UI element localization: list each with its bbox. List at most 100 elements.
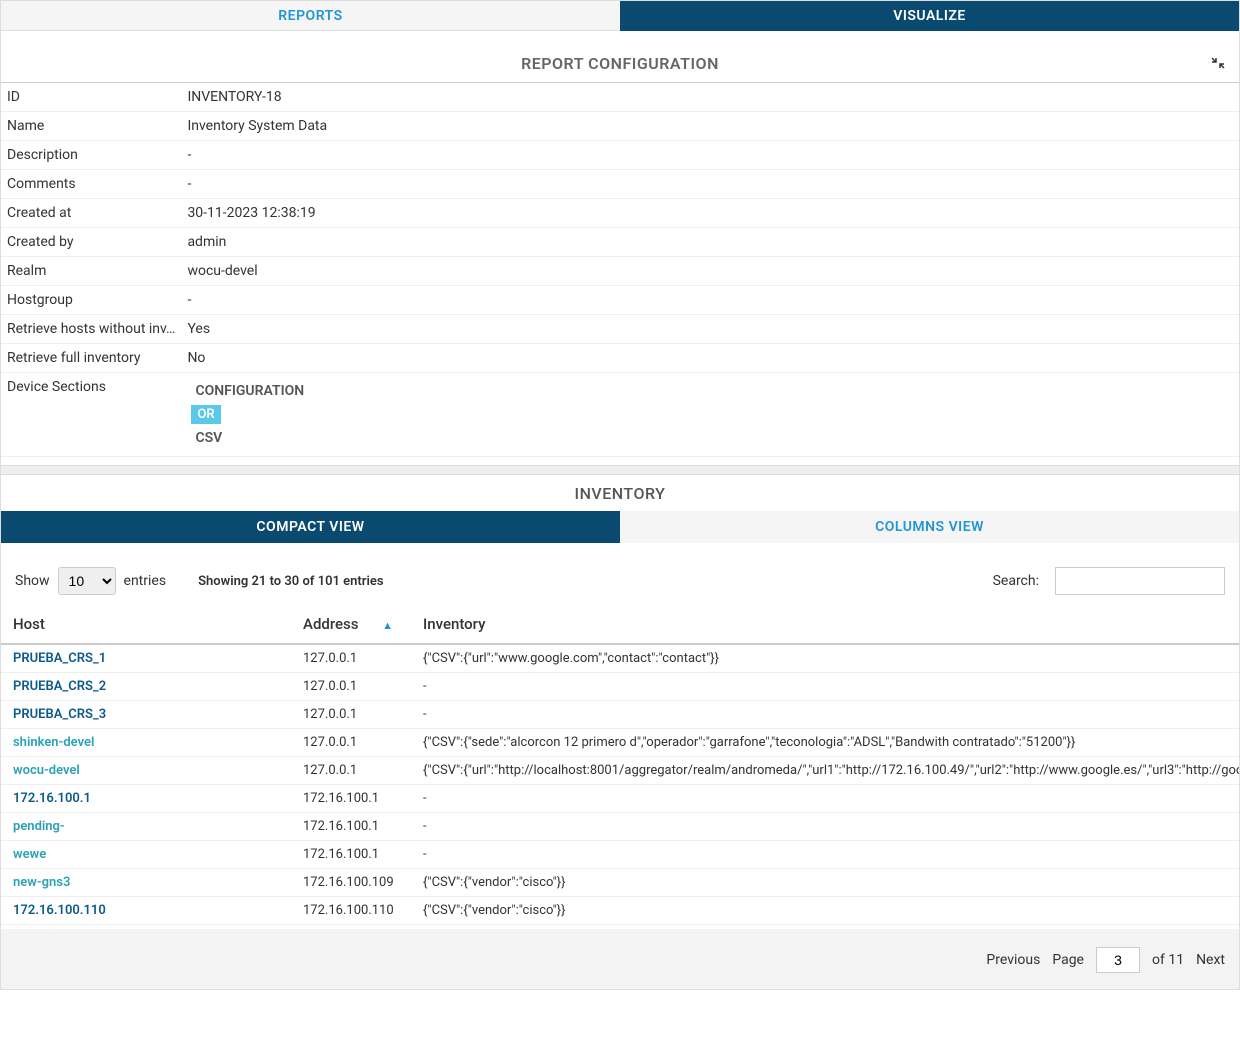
cell-inventory: {"CSV":{"vendor":"cisco"}} [411,869,1239,897]
or-badge: OR [191,405,220,424]
cell-host: PRUEBA_CRS_1 [1,644,291,673]
host-link[interactable]: shinken-devel [13,735,94,750]
host-link[interactable]: PRUEBA_CRS_1 [13,651,106,666]
cell-host: wewe [1,841,291,869]
cell-host: new-gns3 [1,869,291,897]
config-key: Created by [1,228,181,257]
pagination: Previous Page of 11 Next [1,929,1239,989]
top-tabs: REPORTS VISUALIZE [1,1,1239,31]
device-sections-value: CONFIGURATION OR CSV [181,373,1239,457]
config-row: Realmwocu-devel [1,257,1239,286]
table-row: 172.16.100.110172.16.100.110{"CSV":{"ven… [1,897,1239,925]
device-section-csv: CSV [187,426,1233,450]
config-row: Description- [1,141,1239,170]
config-row: NameInventory System Data [1,112,1239,141]
report-config-header: REPORT CONFIGURATION [1,45,1239,83]
pager-next[interactable]: Next [1196,952,1225,968]
col-header-host[interactable]: Host [1,605,291,644]
cell-address: 127.0.0.1 [291,673,411,701]
inventory-header: INVENTORY [1,475,1239,511]
config-key: Hostgroup [1,286,181,315]
config-key: Realm [1,257,181,286]
host-link[interactable]: PRUEBA_CRS_3 [13,707,106,722]
config-key: Name [1,112,181,141]
sort-asc-icon: ▲ [382,619,393,632]
table-row: PRUEBA_CRS_3127.0.0.1- [1,701,1239,729]
config-row: Retrieve hosts without inv…Yes [1,315,1239,344]
config-value: 30-11-2023 12:38:19 [181,199,1239,228]
config-row: Created at30-11-2023 12:38:19 [1,199,1239,228]
view-tabs: COMPACT VIEW COLUMNS VIEW [1,511,1239,543]
config-row: Hostgroup- [1,286,1239,315]
tab-columns-view[interactable]: COLUMNS VIEW [620,511,1239,543]
config-key: Retrieve full inventory [1,344,181,373]
entries-label: entries [124,573,167,589]
host-link[interactable]: pending- [13,819,65,834]
cell-inventory: {"CSV":{"vendor":"cisco"}} [411,897,1239,925]
config-key: Created at [1,199,181,228]
cell-host: pending- [1,813,291,841]
config-value: - [181,170,1239,199]
cell-address: 172.16.100.109 [291,869,411,897]
host-link[interactable]: wocu-devel [13,763,80,778]
page-size-select[interactable]: 102550100 [58,567,116,595]
search-input[interactable] [1055,567,1225,595]
config-value: - [181,286,1239,315]
table-row: pending-172.16.100.1- [1,813,1239,841]
host-link[interactable]: 172.16.100.110 [13,903,106,918]
config-key: ID [1,83,181,112]
collapse-icon[interactable] [1211,55,1225,74]
config-value: wocu-devel [181,257,1239,286]
cell-inventory: {"CSV":{"url":"www.google.com","contact"… [411,644,1239,673]
table-row: PRUEBA_CRS_1 127.0.0.1{"CSV":{"url":"www.… [1,644,1239,673]
cell-address: 127.0.0.1 [291,644,411,673]
cell-inventory: - [411,841,1239,869]
table-row: wewe 172.16.100.1- [1,841,1239,869]
inventory-table: Host Address ▲ Inventory PRUEBA_CRS_1 127… [1,605,1239,925]
host-link[interactable]: PRUEBA_CRS_2 [13,679,106,694]
config-row: Retrieve full inventoryNo [1,344,1239,373]
table-controls: Show 102550100 entries Showing 21 to 30 … [1,543,1239,605]
search-label: Search: [993,573,1039,589]
cell-address: 172.16.100.1 [291,785,411,813]
config-key: Description [1,141,181,170]
cell-host: PRUEBA_CRS_2 [1,673,291,701]
config-value: - [181,141,1239,170]
pager-page-label: Page [1052,952,1084,968]
tab-visualize[interactable]: VISUALIZE [620,1,1239,31]
table-row: new-gns3 172.16.100.109{"CSV":{"vendor":"… [1,869,1239,897]
report-config-title: REPORT CONFIGURATION [521,54,719,73]
tab-compact-view[interactable]: COMPACT VIEW [1,511,620,543]
col-header-address[interactable]: Address ▲ [291,605,411,644]
pager-previous[interactable]: Previous [986,952,1040,968]
pager-page-input[interactable] [1096,947,1140,973]
cell-inventory: {"CSV":{"url":"http://localhost:8001/agg… [411,757,1239,785]
config-row: Created byadmin [1,228,1239,257]
config-key: Retrieve hosts without inv… [1,315,181,344]
col-header-inventory[interactable]: Inventory [411,605,1239,644]
config-row: IDINVENTORY-18 [1,83,1239,112]
config-value: Inventory System Data [181,112,1239,141]
cell-address: 172.16.100.110 [291,897,411,925]
device-section-configuration: CONFIGURATION [187,379,1233,403]
cell-address: 172.16.100.1 [291,841,411,869]
report-config-table: IDINVENTORY-18NameInventory System DataD… [1,83,1239,457]
table-row: wocu-devel127.0.0.1{"CSV":{"url":"http:/… [1,757,1239,785]
cell-inventory: - [411,701,1239,729]
cell-inventory: - [411,785,1239,813]
config-row: Comments- [1,170,1239,199]
table-row: shinken-devel127.0.0.1{"CSV":{"sede":"al… [1,729,1239,757]
cell-host: wocu-devel [1,757,291,785]
tab-reports[interactable]: REPORTS [1,1,620,31]
app-container: REPORTS VISUALIZE REPORT CONFIGURATION I… [0,0,1240,990]
cell-host: shinken-devel [1,729,291,757]
cell-host: 172.16.100.110 [1,897,291,925]
section-divider [1,465,1239,475]
entries-info: Showing 21 to 30 of 101 entries [198,574,383,589]
host-link[interactable]: wewe [13,847,46,862]
host-link[interactable]: 172.16.100.1 [13,791,91,806]
config-value: INVENTORY-18 [181,83,1239,112]
col-header-address-label: Address [303,615,359,633]
host-link[interactable]: new-gns3 [13,875,70,890]
config-value: No [181,344,1239,373]
